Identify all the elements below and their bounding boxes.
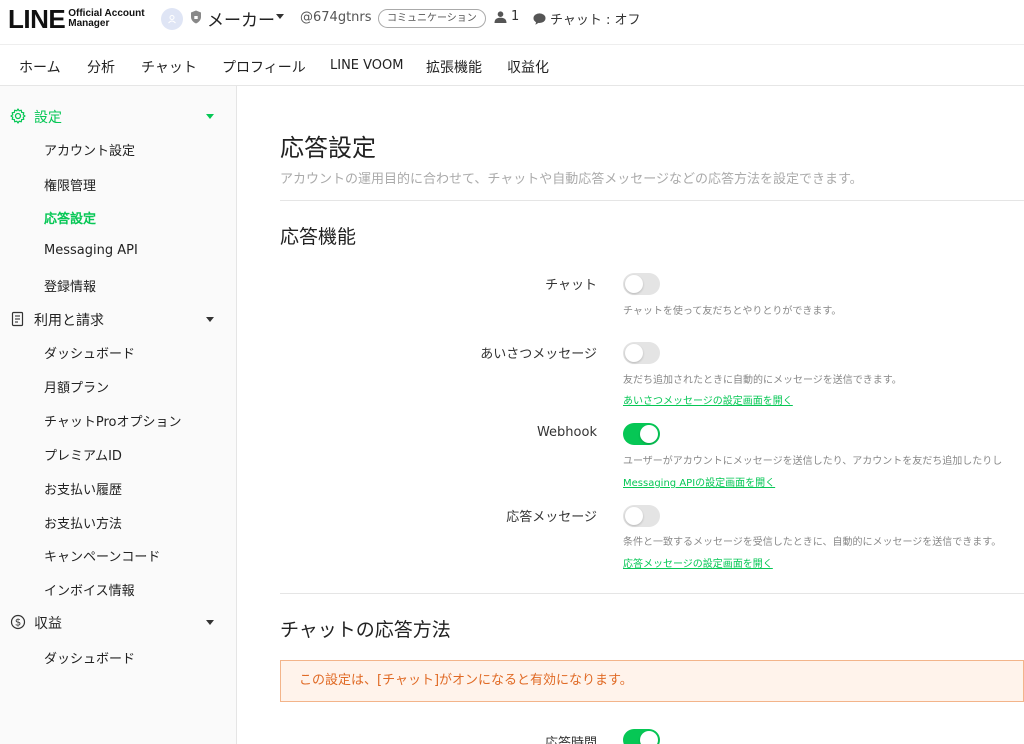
sidebar-section-label: 収益: [34, 616, 62, 632]
gear-icon: [10, 108, 26, 124]
toggle-knob: [625, 507, 643, 525]
greeting-message-toggle[interactable]: [623, 342, 660, 364]
toggle-knob: [625, 344, 643, 362]
account-type-badge: コミュニケーション: [378, 9, 486, 28]
sidebar-item-campaign-code[interactable]: キャンペーンコード: [44, 546, 160, 565]
chat-bubble-icon: [533, 12, 546, 25]
sidebar-section-billing[interactable]: 利用と請求: [0, 307, 237, 331]
tab-monetize[interactable]: 収益化: [507, 57, 549, 77]
section-title-chat-response-method: チャットの応答方法: [280, 619, 451, 641]
sidebar-item-revenue-dashboard[interactable]: ダッシュボード: [44, 648, 135, 667]
tab-home[interactable]: ホーム: [19, 57, 61, 77]
chevron-down-icon[interactable]: [276, 14, 284, 19]
chevron-down-icon: [206, 317, 214, 322]
tab-extensions[interactable]: 拡張機能: [426, 57, 482, 77]
chat-toggle[interactable]: [623, 273, 660, 295]
sidebar-item-chat-pro-option[interactable]: チャットProオプション: [44, 411, 182, 430]
tab-chat[interactable]: チャット: [141, 57, 197, 77]
main-nav: ホーム 分析 チャット プロフィール LINE VOOM 拡張機能 収益化: [0, 44, 1024, 86]
row-desc-webhook: ユーザーがアカウントにメッセージを送信したり、アカウントを友だち追加したりし: [623, 456, 1003, 467]
greeting-settings-link[interactable]: あいさつメッセージの設定画面を開く: [623, 392, 793, 407]
sidebar-section-label: 利用と請求: [34, 313, 104, 329]
section-title-response-features: 応答機能: [280, 226, 357, 248]
sidebar-item-permissions[interactable]: 権限管理: [44, 175, 96, 194]
friend-count-value: 1: [511, 9, 520, 24]
account-avatar[interactable]: [161, 8, 183, 30]
dollar-icon: $: [10, 614, 26, 630]
sidebar-item-payment-history[interactable]: お支払い履歴: [44, 479, 122, 498]
sidebar: 設定 アカウント設定 権限管理 応答設定 Messaging API 登録情報 …: [0, 86, 237, 744]
divider: [280, 593, 1024, 594]
shield-icon: [191, 10, 201, 24]
chevron-down-icon: [206, 114, 214, 119]
sidebar-section-label: 設定: [34, 110, 62, 126]
messaging-api-settings-link[interactable]: Messaging APIの設定画面を開く: [623, 474, 775, 489]
row-label-webhook: Webhook: [536, 425, 597, 440]
tab-profile[interactable]: プロフィール: [222, 57, 306, 77]
sidebar-item-billing-dashboard[interactable]: ダッシュボード: [44, 343, 135, 362]
page-description: アカウントの運用目的に合わせて、チャットや自動応答メッセージなどの応答方法を設定…: [280, 172, 863, 187]
row-desc-greeting-message: 友だち追加されたときに自動的にメッセージを送信できます。: [623, 375, 902, 386]
chat-status[interactable]: チャット : オフ: [533, 9, 641, 28]
line-logo[interactable]: LINE Official Account Manager: [8, 6, 145, 32]
logo-sub-text: Official Account Manager: [68, 9, 144, 29]
account-id: @674gtnrs: [300, 10, 372, 25]
page-title: 応答設定: [280, 134, 376, 162]
account-name[interactable]: メーカー: [207, 6, 275, 31]
notice-banner: この設定は、[チャット]がオンになると有効になります。: [280, 660, 1024, 702]
sidebar-item-response-settings[interactable]: 応答設定: [44, 208, 96, 227]
main-content: 応答設定 アカウントの運用目的に合わせて、チャットや自動応答メッセージなどの応答…: [238, 86, 1024, 744]
row-desc-auto-response: 条件と一致するメッセージを受信したときに、自動的にメッセージを送信できます。: [623, 537, 1002, 548]
person-icon: [494, 10, 507, 23]
webhook-toggle[interactable]: [623, 423, 660, 445]
auto-response-toggle[interactable]: [623, 505, 660, 527]
divider: [280, 200, 1024, 201]
auto-response-settings-link[interactable]: 応答メッセージの設定画面を開く: [623, 555, 773, 570]
chat-status-text: チャット : オフ: [550, 13, 641, 28]
logo-main-text: LINE: [8, 4, 66, 34]
toggle-knob: [625, 275, 643, 293]
sidebar-item-payment-method[interactable]: お支払い方法: [44, 513, 122, 532]
svg-text:$: $: [15, 618, 21, 629]
sidebar-item-invoice-info[interactable]: インボイス情報: [44, 580, 135, 599]
logo-sub-line2: Manager: [68, 18, 110, 29]
row-label-chat: チャット: [545, 278, 597, 293]
toggle-knob: [640, 731, 658, 744]
row-label-response-hours: 応答時間: [544, 736, 597, 744]
top-header: LINE Official Account Manager メーカー @674g…: [0, 0, 1024, 44]
tab-analytics[interactable]: 分析: [87, 57, 115, 77]
row-label-greeting-message: あいさつメッセージ: [480, 347, 597, 362]
document-icon: [11, 311, 24, 327]
row-desc-chat: チャットを使って友だちとやりとりができます。: [623, 306, 842, 317]
response-hours-toggle[interactable]: [623, 729, 660, 744]
sidebar-item-registration-info[interactable]: 登録情報: [44, 276, 96, 295]
row-label-auto-response: 応答メッセージ: [506, 510, 597, 525]
toggle-knob: [640, 425, 658, 443]
sidebar-item-account-settings[interactable]: アカウント設定: [44, 140, 135, 159]
sidebar-item-premium-id[interactable]: プレミアムID: [44, 445, 122, 464]
friend-count: 1: [494, 9, 519, 24]
sidebar-item-messaging-api[interactable]: Messaging API: [44, 243, 138, 258]
sidebar-item-monthly-plan[interactable]: 月額プラン: [44, 377, 109, 396]
chevron-down-icon: [206, 620, 214, 625]
sidebar-section-revenue[interactable]: $ 収益: [0, 610, 237, 634]
tab-line-voom[interactable]: LINE VOOM: [330, 58, 404, 73]
sidebar-section-settings[interactable]: 設定: [0, 104, 237, 128]
